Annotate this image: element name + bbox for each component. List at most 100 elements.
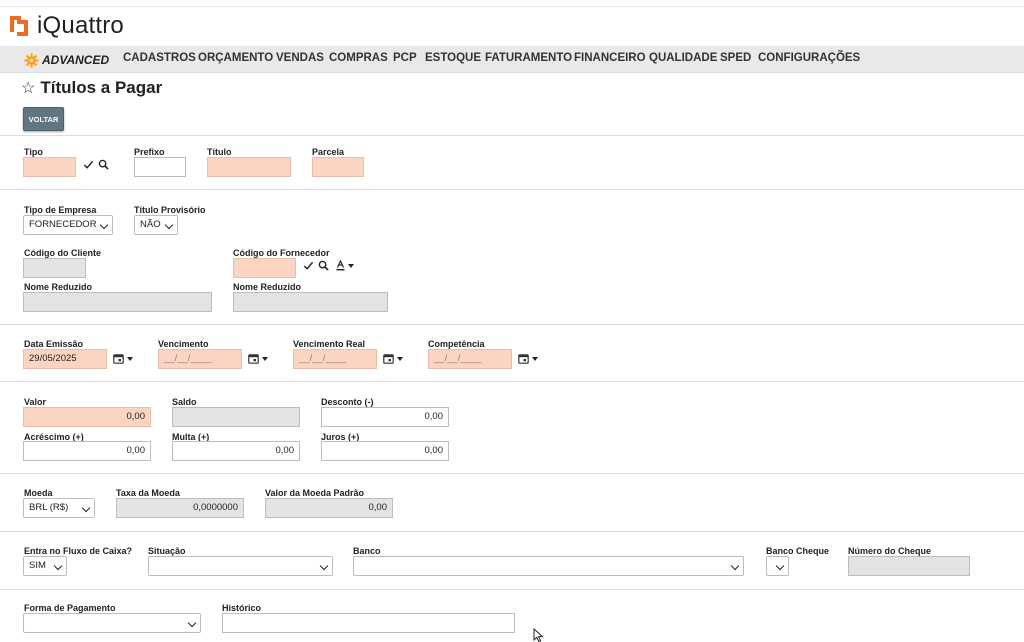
vencimento-real-label: Vencimento Real: [293, 339, 366, 349]
check-icon[interactable]: [83, 159, 94, 170]
fornecedor-actions: [303, 260, 354, 271]
titulo-provisorio-select[interactable]: NÃO: [134, 215, 178, 235]
tipo-empresa-label: Tipo de Empresa: [24, 205, 97, 215]
mouse-cursor-icon: [533, 628, 544, 642]
data-emissao-input[interactable]: 29/05/2025: [23, 349, 107, 369]
parcela-input[interactable]: [312, 157, 364, 177]
calendar-icon[interactable]: [248, 353, 268, 364]
iquattro-logo-icon[interactable]: [7, 14, 31, 38]
desconto-label: Desconto (-): [321, 397, 374, 407]
banco-label: Banco: [353, 546, 381, 556]
favorite-star-icon[interactable]: ☆: [21, 78, 35, 98]
valor-moeda-padrao-input: 0,00: [265, 498, 393, 518]
banco-cheque-label: Banco Cheque: [766, 546, 830, 556]
divider: [0, 589, 1024, 590]
taxa-moeda-input: 0,0000000: [116, 498, 244, 518]
divider: [0, 381, 1024, 382]
chevron-down-icon: [81, 503, 91, 513]
fluxo-caixa-value: SIM: [29, 560, 46, 571]
page-title: Títulos a Pagar: [40, 78, 163, 97]
calendar-icon[interactable]: [383, 353, 403, 364]
brand-name[interactable]: iQuattro: [37, 12, 124, 40]
search-icon[interactable]: [98, 159, 109, 170]
tipo-empresa-value: FORNECEDOR: [29, 219, 97, 230]
saldo-label: Saldo: [172, 397, 197, 407]
chevron-down-icon: [319, 561, 329, 571]
desconto-input[interactable]: 0,00: [321, 407, 449, 427]
menu-orcamento[interactable]: ORÇAMENTO: [198, 52, 273, 64]
tipo-actions: [83, 159, 109, 170]
menu-configuracoes[interactable]: CONFIGURAÇÕES: [758, 52, 860, 64]
codigo-cliente-input: [23, 258, 86, 278]
gear-icon: [24, 52, 39, 68]
menu-vendas[interactable]: VENDAS: [276, 52, 324, 64]
app-header: iQuattro: [0, 6, 1024, 44]
search-icon[interactable]: [318, 260, 329, 271]
competencia-label: Competência: [428, 339, 485, 349]
menu-financeiro[interactable]: FINANCEIRO: [574, 52, 646, 64]
menu-pcp[interactable]: PCP: [393, 52, 417, 64]
situacao-select[interactable]: [148, 556, 333, 576]
acrescimo-input[interactable]: 0,00: [23, 441, 151, 461]
chevron-down-icon: [53, 561, 63, 571]
check-icon[interactable]: [303, 260, 314, 271]
menu-qualidade[interactable]: QUALIDADE: [649, 52, 717, 64]
multa-input[interactable]: 0,00: [172, 441, 300, 461]
tipo-empresa-select[interactable]: FORNECEDOR: [23, 215, 113, 235]
prefixo-input[interactable]: [134, 157, 186, 177]
main-menu: ADVANCED CADASTROS ORÇAMENTO VENDAS COMP…: [0, 46, 1024, 73]
historico-input[interactable]: [222, 613, 515, 633]
parcela-label: Parcela: [312, 147, 345, 157]
valor-input[interactable]: 0,00: [23, 407, 151, 427]
advanced-edition[interactable]: ADVANCED: [24, 51, 109, 69]
tipo-label: Tipo: [24, 147, 43, 157]
juros-input[interactable]: 0,00: [321, 441, 449, 461]
text-format-icon[interactable]: [336, 260, 354, 271]
saldo-input: [172, 407, 300, 427]
numero-cheque-label: Número do Cheque: [848, 546, 932, 556]
moeda-label: Moeda: [24, 488, 53, 498]
divider: [0, 324, 1024, 325]
menu-cadastros[interactable]: CADASTROS: [123, 52, 196, 64]
fluxo-caixa-select[interactable]: SIM: [23, 556, 67, 576]
chevron-down-icon: [164, 220, 174, 230]
titulo-provisorio-label: Título Provisório: [134, 205, 206, 215]
fluxo-caixa-label: Entra no Fluxo de Caixa?: [24, 546, 133, 556]
calendar-icon[interactable]: [518, 353, 538, 364]
banco-select[interactable]: [353, 556, 744, 576]
nome-reduzido-fornecedor-label: Nome Reduzido: [233, 282, 302, 292]
menu-compras[interactable]: COMPRAS: [329, 52, 388, 64]
nome-reduzido-cliente-input: [23, 292, 212, 312]
competencia-input[interactable]: __/__/____: [428, 349, 512, 369]
advanced-label: ADVANCED: [42, 53, 110, 67]
codigo-fornecedor-input[interactable]: [233, 258, 296, 278]
titulo-provisorio-value: NÃO: [140, 219, 161, 230]
prefixo-label: Prefixo: [134, 147, 165, 157]
tipo-input[interactable]: [23, 157, 76, 177]
divider: [0, 473, 1024, 474]
calendar-icon[interactable]: [113, 353, 133, 364]
nome-reduzido-cliente-label: Nome Reduzido: [24, 282, 93, 292]
moeda-select[interactable]: BRL (R$): [23, 498, 95, 518]
back-button[interactable]: VOLTAR: [23, 107, 64, 131]
codigo-fornecedor-label: Código do Fornecedor: [233, 248, 330, 258]
numero-cheque-input: [848, 556, 970, 576]
menu-faturamento[interactable]: FATURAMENTO: [485, 52, 572, 64]
divider: [0, 531, 1024, 532]
banco-cheque-select[interactable]: [766, 556, 789, 576]
taxa-moeda-label: Taxa da Moeda: [116, 488, 180, 498]
divider: [0, 189, 1024, 190]
page-title-row: ☆ Títulos a Pagar: [21, 77, 162, 99]
valor-label: Valor: [24, 397, 47, 407]
divider: [0, 135, 1024, 136]
nome-reduzido-fornecedor-input: [233, 292, 388, 312]
forma-pagamento-label: Forma de Pagamento: [24, 603, 116, 613]
moeda-value: BRL (R$): [29, 502, 69, 513]
vencimento-input[interactable]: __/__/____: [158, 349, 242, 369]
forma-pagamento-select[interactable]: [23, 613, 201, 633]
vencimento-real-input[interactable]: __/__/____: [293, 349, 377, 369]
menu-sped[interactable]: SPED: [720, 52, 751, 64]
menu-estoque[interactable]: ESTOQUE: [425, 52, 481, 64]
data-emissao-label: Data Emissão: [24, 339, 84, 349]
titulo-input[interactable]: [207, 157, 291, 177]
